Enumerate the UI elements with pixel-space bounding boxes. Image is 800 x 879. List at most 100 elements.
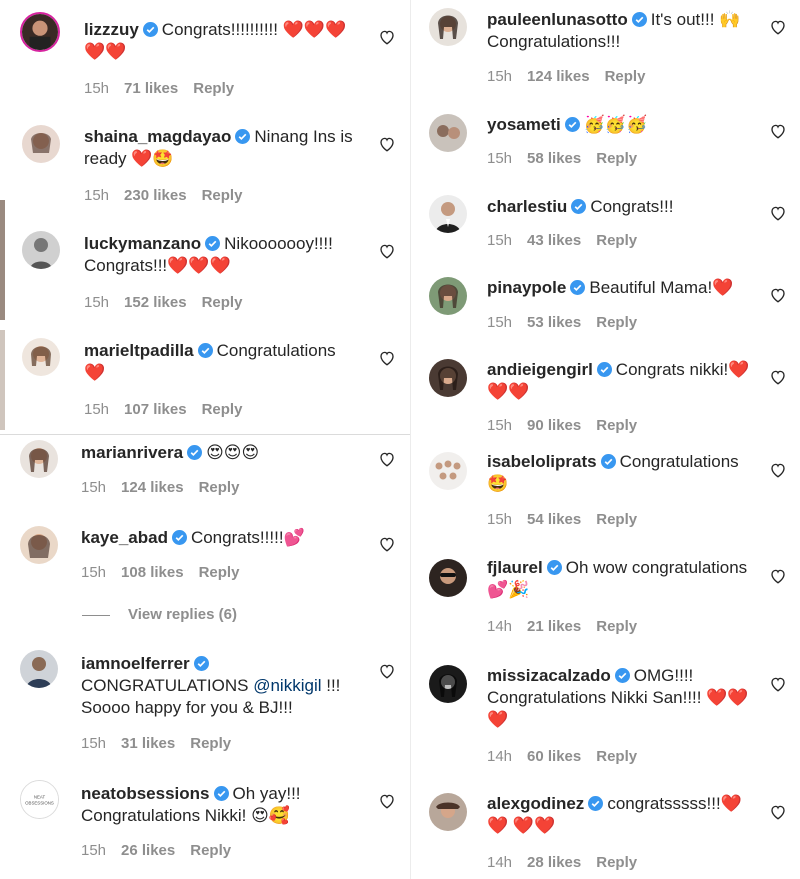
username[interactable]: kaye_abad bbox=[81, 528, 168, 547]
reply-link[interactable]: Reply bbox=[596, 314, 637, 331]
username[interactable]: yosameti bbox=[487, 115, 561, 134]
comment-body: neatobsessions Oh yay!!! Congratulations … bbox=[81, 783, 360, 827]
like-heart-icon[interactable] bbox=[378, 135, 396, 153]
avatar[interactable] bbox=[20, 12, 60, 52]
reply-link[interactable]: Reply bbox=[199, 479, 240, 496]
comment-meta: 14h 21 likes Reply bbox=[487, 618, 652, 635]
username[interactable]: iamnoelferrer bbox=[81, 654, 190, 673]
comment-meta: 15h 107 likes Reply bbox=[84, 401, 257, 418]
like-heart-icon[interactable] bbox=[378, 792, 396, 810]
likes-count[interactable]: 43 likes bbox=[527, 232, 581, 249]
username[interactable]: fjlaurel bbox=[487, 558, 543, 577]
timestamp: 15h bbox=[84, 80, 110, 97]
likes-count[interactable]: 58 likes bbox=[527, 150, 581, 167]
avatar[interactable] bbox=[429, 359, 467, 397]
avatar[interactable] bbox=[429, 195, 467, 233]
likes-count[interactable]: 54 likes bbox=[527, 511, 581, 528]
username[interactable]: lizzzuy bbox=[84, 20, 139, 39]
avatar[interactable] bbox=[20, 440, 58, 478]
username[interactable]: shaina_magdayao bbox=[84, 127, 231, 146]
likes-count[interactable]: 28 likes bbox=[527, 854, 581, 871]
comment-meta: 15h 43 likes Reply bbox=[487, 232, 652, 249]
like-heart-icon[interactable] bbox=[769, 368, 787, 386]
like-heart-icon[interactable] bbox=[769, 204, 787, 222]
like-heart-icon[interactable] bbox=[769, 461, 787, 479]
like-heart-icon[interactable] bbox=[378, 349, 396, 367]
reply-link[interactable]: Reply bbox=[596, 417, 637, 434]
avatar[interactable] bbox=[429, 114, 467, 152]
reply-link[interactable]: Reply bbox=[202, 187, 243, 204]
avatar[interactable] bbox=[429, 793, 467, 831]
reply-link[interactable]: Reply bbox=[202, 401, 243, 418]
username[interactable]: isabeloliprats bbox=[487, 452, 597, 471]
username[interactable]: charlestiu bbox=[487, 197, 567, 216]
verified-badge-icon bbox=[631, 11, 647, 27]
avatar[interactable] bbox=[429, 452, 467, 490]
avatar[interactable] bbox=[429, 559, 467, 597]
reply-link[interactable]: Reply bbox=[190, 735, 231, 752]
reply-link[interactable]: Reply bbox=[190, 842, 231, 859]
reply-link[interactable]: Reply bbox=[596, 511, 637, 528]
username[interactable]: andieigengirl bbox=[487, 360, 593, 379]
username[interactable]: pauleenlunasotto bbox=[487, 10, 628, 29]
reply-link[interactable]: Reply bbox=[596, 150, 637, 167]
avatar[interactable] bbox=[20, 650, 58, 688]
like-heart-icon[interactable] bbox=[378, 450, 396, 468]
username[interactable]: marieltpadilla bbox=[84, 341, 194, 360]
likes-count[interactable]: 124 likes bbox=[527, 68, 590, 85]
likes-count[interactable]: 60 likes bbox=[527, 748, 581, 765]
avatar[interactable] bbox=[429, 8, 467, 46]
like-heart-icon[interactable] bbox=[378, 242, 396, 260]
like-heart-icon[interactable] bbox=[769, 803, 787, 821]
verified-badge-icon bbox=[171, 529, 187, 545]
likes-count[interactable]: 152 likes bbox=[124, 294, 187, 311]
comment-text: Beautiful Mama!❤️ bbox=[589, 278, 734, 297]
reply-link[interactable]: Reply bbox=[596, 618, 637, 635]
username[interactable]: alexgodinez bbox=[487, 794, 584, 813]
avatar[interactable] bbox=[20, 526, 58, 564]
likes-count[interactable]: 124 likes bbox=[121, 479, 184, 496]
likes-count[interactable]: 26 likes bbox=[121, 842, 175, 859]
view-replies-button[interactable]: View replies (6) bbox=[82, 606, 237, 623]
like-heart-icon[interactable] bbox=[769, 286, 787, 304]
comment-body: pinaypole Beautiful Mama!❤️ bbox=[487, 277, 751, 299]
avatar[interactable] bbox=[429, 665, 467, 703]
likes-count[interactable]: 21 likes bbox=[527, 618, 581, 635]
like-heart-icon[interactable] bbox=[378, 662, 396, 680]
likes-count[interactable]: 53 likes bbox=[527, 314, 581, 331]
like-heart-icon[interactable] bbox=[769, 18, 787, 36]
comment-body: andieigengirl Congrats nikki!❤️ ❤️❤️ bbox=[487, 359, 751, 403]
likes-count[interactable]: 90 likes bbox=[527, 417, 581, 434]
reply-link[interactable]: Reply bbox=[605, 68, 646, 85]
likes-count[interactable]: 31 likes bbox=[121, 735, 175, 752]
like-heart-icon[interactable] bbox=[769, 675, 787, 693]
like-heart-icon[interactable] bbox=[378, 28, 396, 46]
likes-count[interactable]: 71 likes bbox=[124, 80, 178, 97]
avatar[interactable] bbox=[22, 338, 60, 376]
username[interactable]: marianrivera bbox=[81, 443, 183, 462]
avatar[interactable] bbox=[22, 125, 60, 163]
verified-badge-icon bbox=[213, 785, 229, 801]
likes-count[interactable]: 108 likes bbox=[121, 564, 184, 581]
reply-link[interactable]: Reply bbox=[596, 748, 637, 765]
reply-link[interactable]: Reply bbox=[596, 232, 637, 249]
like-heart-icon[interactable] bbox=[769, 122, 787, 140]
likes-count[interactable]: 107 likes bbox=[124, 401, 187, 418]
like-heart-icon[interactable] bbox=[378, 535, 396, 553]
username[interactable]: pinaypole bbox=[487, 278, 566, 297]
reply-link[interactable]: Reply bbox=[202, 294, 243, 311]
avatar[interactable] bbox=[22, 231, 60, 269]
avatar[interactable] bbox=[429, 277, 467, 315]
mention-link[interactable]: @nikkigil bbox=[253, 676, 321, 695]
reply-link[interactable]: Reply bbox=[199, 564, 240, 581]
reply-link[interactable]: Reply bbox=[193, 80, 234, 97]
timestamp: 15h bbox=[84, 187, 110, 204]
username[interactable]: neatobsessions bbox=[81, 784, 210, 803]
username[interactable]: missizacalzado bbox=[487, 666, 611, 685]
timestamp: 15h bbox=[487, 232, 513, 249]
avatar[interactable]: NEAT OBSESSIONS bbox=[20, 780, 59, 819]
likes-count[interactable]: 230 likes bbox=[124, 187, 187, 204]
username[interactable]: luckymanzano bbox=[84, 234, 201, 253]
reply-link[interactable]: Reply bbox=[596, 854, 637, 871]
like-heart-icon[interactable] bbox=[769, 567, 787, 585]
